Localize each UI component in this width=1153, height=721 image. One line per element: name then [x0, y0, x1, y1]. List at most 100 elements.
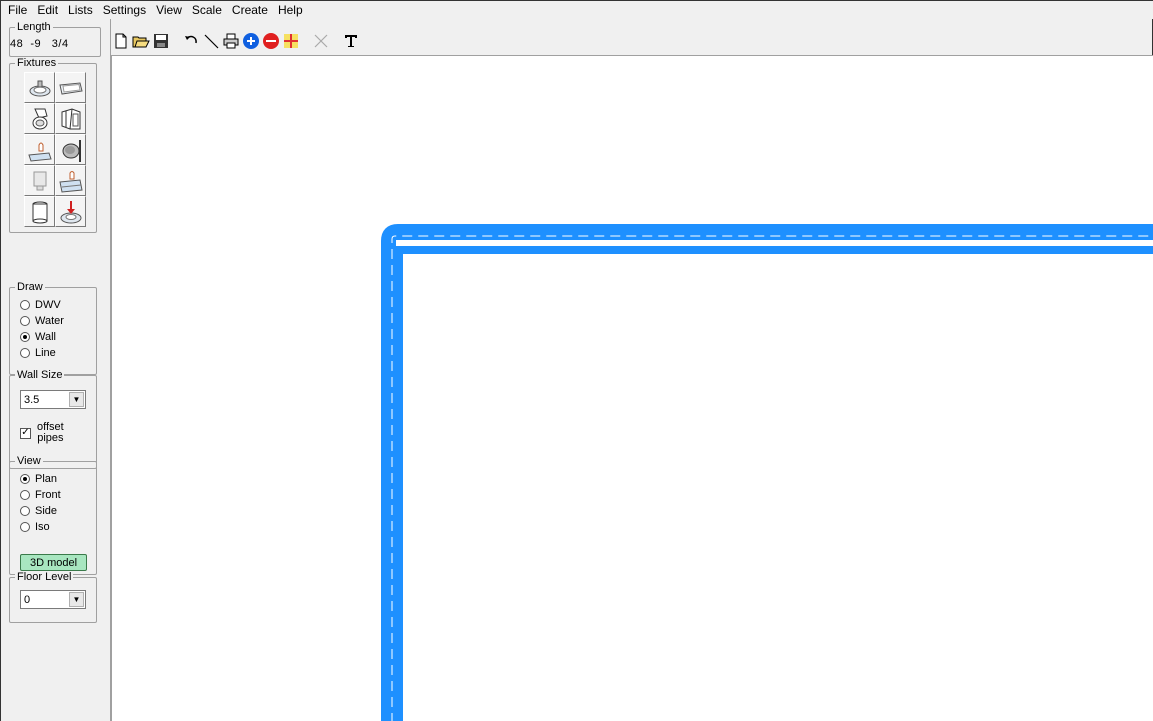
radio-button-checked[interactable]: [20, 474, 30, 484]
chevron-down-icon[interactable]: ▼: [69, 592, 84, 607]
lavatory-icon: [27, 142, 52, 162]
shower-icon: [61, 107, 80, 129]
floor-level-select[interactable]: 0 ▼: [20, 590, 86, 609]
radio-button[interactable]: [20, 506, 30, 516]
offset-label-line-2: pipes: [37, 432, 64, 444]
floor-level-title: Floor Level: [15, 571, 74, 583]
fixture-floor-drain-button[interactable]: [55, 134, 86, 165]
crosshair-grid-icon: [284, 34, 298, 48]
new-file-button[interactable]: [111, 31, 131, 51]
zoom-out-button[interactable]: [261, 31, 281, 51]
wall-size-select[interactable]: 3.5 ▼: [20, 390, 86, 409]
delete-x-icon: [314, 34, 328, 48]
floor-drain-icon: [62, 139, 81, 162]
fixture-lavatory-button[interactable]: [24, 134, 55, 165]
view-option-front[interactable]: Front: [20, 488, 61, 502]
draw-line-button[interactable]: [201, 31, 221, 51]
length-value: 48 -9 3/4: [10, 38, 69, 50]
minus-circle-icon: [263, 33, 279, 49]
menu-lists[interactable]: Lists: [63, 1, 98, 19]
sidebar: Length 48 -9 3/4 Fixtures Draw DWV Water…: [1, 19, 111, 721]
floor-level-group: Floor Level 0 ▼: [9, 571, 97, 623]
fixture-bathtub-button[interactable]: [55, 72, 86, 103]
draw-group: Draw DWV Water Wall Line: [9, 281, 97, 375]
draw-option-line[interactable]: Line: [20, 346, 56, 360]
text-button[interactable]: [341, 31, 361, 51]
draw-option-dwv[interactable]: DWV: [20, 298, 61, 312]
chevron-down-icon[interactable]: ▼: [69, 392, 84, 407]
fixture-sink-button[interactable]: [24, 72, 55, 103]
length-group: Length 48 -9 3/4: [9, 21, 101, 57]
view-option-side[interactable]: Side: [20, 504, 57, 518]
fixture-laundry-sink-button[interactable]: [55, 165, 86, 196]
menu-file[interactable]: File: [3, 1, 32, 19]
fixture-drain-button[interactable]: [55, 196, 86, 227]
radio-button[interactable]: [20, 300, 30, 310]
view-option-iso[interactable]: Iso: [20, 520, 50, 534]
wall-size-title: Wall Size: [15, 369, 65, 381]
printer-icon: [223, 33, 239, 49]
urinal-icon: [33, 171, 46, 190]
view-group: View Plan Front Side Iso 3D model: [9, 455, 97, 575]
drain-icon: [60, 200, 81, 223]
draw-option-water[interactable]: Water: [20, 314, 64, 328]
offset-pipes-checkbox[interactable]: ✓: [20, 427, 31, 439]
app-window: File Edit Lists Settings View Scale Crea…: [0, 0, 1153, 721]
draw-title: Draw: [15, 281, 45, 293]
drawing-canvas[interactable]: [111, 55, 1153, 721]
view-option-label: Side: [35, 505, 58, 517]
draw-option-label: DWV: [35, 299, 61, 311]
print-button[interactable]: [221, 31, 241, 51]
fixture-water-heater-button[interactable]: [24, 196, 55, 227]
3d-model-button[interactable]: 3D model: [20, 554, 87, 571]
radio-button[interactable]: [20, 522, 30, 532]
sink-icon: [29, 80, 50, 96]
radio-button[interactable]: [20, 348, 30, 358]
view-option-label: Iso: [35, 521, 50, 533]
radio-button[interactable]: [20, 316, 30, 326]
wall-size-value: 3.5: [24, 393, 40, 406]
line-icon: [204, 34, 219, 49]
text-icon: [345, 35, 357, 47]
save-button[interactable]: [151, 31, 171, 51]
toolbar: [111, 29, 361, 53]
zoom-in-button[interactable]: [241, 31, 261, 51]
draw-option-wall[interactable]: Wall: [20, 330, 56, 344]
laundry-sink-icon: [58, 170, 83, 193]
undo-icon: [185, 35, 197, 44]
open-button[interactable]: [131, 31, 151, 51]
menu-edit[interactable]: Edit: [32, 1, 63, 19]
menu-help[interactable]: Help: [273, 1, 308, 19]
view-option-label: Front: [35, 489, 61, 501]
view-option-label: Plan: [35, 473, 58, 485]
drawing-surface: [381, 224, 1153, 721]
fixtures-grid: [24, 72, 86, 227]
radio-button-checked[interactable]: [20, 332, 30, 342]
draw-option-label: Water: [35, 315, 64, 327]
bathtub-icon: [58, 81, 83, 95]
fixture-urinal-button[interactable]: [24, 165, 55, 196]
menu-settings[interactable]: Settings: [98, 1, 151, 19]
radio-button[interactable]: [20, 490, 30, 500]
open-folder-icon: [132, 36, 150, 48]
fixture-shower-button[interactable]: [55, 103, 86, 134]
view-option-plan[interactable]: Plan: [20, 472, 57, 486]
menu-bar: File Edit Lists Settings View Scale Crea…: [1, 1, 1153, 19]
draw-option-label: Wall: [35, 331, 56, 343]
water-heater-icon: [32, 201, 47, 223]
menu-create[interactable]: Create: [227, 1, 273, 19]
fixture-toilet-button[interactable]: [24, 103, 55, 134]
menu-view[interactable]: View: [151, 1, 187, 19]
floor-level-value: 0: [24, 593, 31, 606]
fixtures-title: Fixtures: [15, 57, 59, 69]
offset-pipes-checkbox-row[interactable]: ✓ offset pipes: [20, 422, 64, 444]
grid-button[interactable]: [281, 31, 301, 51]
delete-button[interactable]: [311, 31, 331, 51]
new-file-icon: [115, 33, 127, 49]
save-icon: [154, 34, 168, 48]
view-title: View: [15, 455, 43, 467]
draw-option-label: Line: [35, 347, 56, 359]
undo-button[interactable]: [181, 31, 201, 51]
menu-scale[interactable]: Scale: [187, 1, 227, 19]
length-title: Length: [15, 21, 53, 33]
